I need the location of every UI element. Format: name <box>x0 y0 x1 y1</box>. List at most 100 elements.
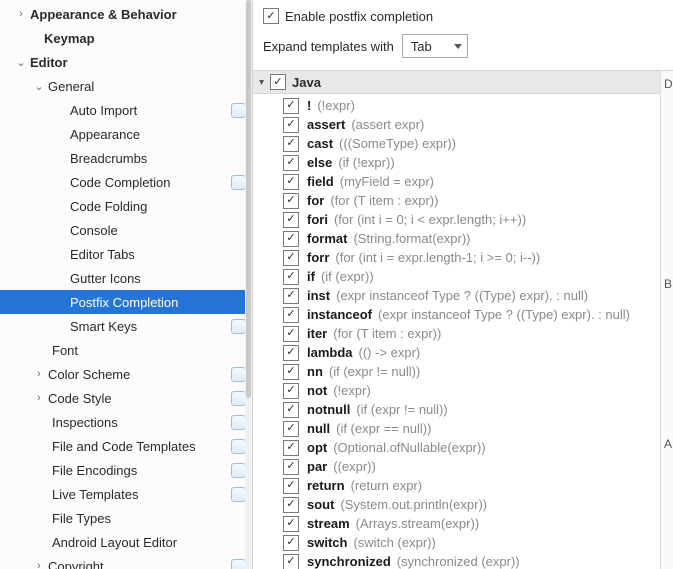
template-row[interactable]: iter(for (T item : expr)) <box>253 324 660 343</box>
template-group-header[interactable]: ▸ Java <box>253 71 660 94</box>
template-row[interactable]: return(return expr) <box>253 476 660 495</box>
template-row[interactable]: forr(for (int i = expr.length-1; i >= 0;… <box>253 248 660 267</box>
template-key: for <box>307 193 324 208</box>
tree-item-editor[interactable]: ⌄Editor <box>0 50 252 74</box>
template-row[interactable]: assert(assert expr) <box>253 115 660 134</box>
tree-item-breadcrumbs[interactable]: Breadcrumbs <box>0 146 252 170</box>
template-checkbox[interactable] <box>283 307 299 323</box>
tree-item-postfix-completion[interactable]: Postfix Completion <box>0 290 252 314</box>
template-checkbox[interactable] <box>283 459 299 475</box>
expand-templates-label: Expand templates with <box>263 39 394 54</box>
template-checkbox[interactable] <box>283 440 299 456</box>
tree-item-label: Editor Tabs <box>70 247 135 262</box>
template-checkbox[interactable] <box>283 269 299 285</box>
tree-item-console[interactable]: Console <box>0 218 252 242</box>
tree-item-android-layout-editor[interactable]: Android Layout Editor <box>0 530 252 554</box>
template-checkbox[interactable] <box>283 516 299 532</box>
tree-item-code-style[interactable]: ›Code Style <box>0 386 252 410</box>
template-key: notnull <box>307 402 350 417</box>
template-list[interactable]: ▸ Java !(!expr)assert(assert expr)cast((… <box>253 71 660 569</box>
template-checkbox[interactable] <box>283 98 299 114</box>
template-row[interactable]: cast(((SomeType) expr)) <box>253 134 660 153</box>
gutter-b: B <box>664 277 672 291</box>
template-row[interactable]: notnull(if (expr != null)) <box>253 400 660 419</box>
template-checkbox[interactable] <box>283 364 299 380</box>
template-row[interactable]: fori(for (int i = 0; i < expr.length; i+… <box>253 210 660 229</box>
sidebar-scrollbar-thumb[interactable] <box>246 0 251 398</box>
tree-item-appearance-behavior[interactable]: ›Appearance & Behavior <box>0 2 252 26</box>
template-checkbox[interactable] <box>283 345 299 361</box>
tree-item-auto-import[interactable]: Auto Import <box>0 98 252 122</box>
template-description: (if (expr)) <box>321 269 374 284</box>
tree-item-inspections[interactable]: Inspections <box>0 410 252 434</box>
template-row[interactable]: lambda(() -> expr) <box>253 343 660 362</box>
template-row[interactable]: instanceof(expr instanceof Type ? ((Type… <box>253 305 660 324</box>
tree-item-copyright[interactable]: ›Copyright <box>0 554 252 569</box>
template-row[interactable]: sout(System.out.println(expr)) <box>253 495 660 514</box>
template-checkbox[interactable] <box>283 421 299 437</box>
template-checkbox[interactable] <box>283 554 299 569</box>
tree-item-code-completion[interactable]: Code Completion <box>0 170 252 194</box>
enable-postfix-checkbox[interactable] <box>263 8 279 24</box>
tree-item-editor-tabs[interactable]: Editor Tabs <box>0 242 252 266</box>
expand-templates-select[interactable]: Tab <box>402 34 468 58</box>
template-description: (if (expr != null)) <box>329 364 420 379</box>
template-checkbox[interactable] <box>283 383 299 399</box>
template-checkbox[interactable] <box>283 155 299 171</box>
tree-item-general[interactable]: ⌄General <box>0 74 252 98</box>
template-row[interactable]: opt(Optional.ofNullable(expr)) <box>253 438 660 457</box>
template-description: (for (T item : expr)) <box>333 326 441 341</box>
tree-item-font[interactable]: Font <box>0 338 252 362</box>
template-checkbox[interactable] <box>283 497 299 513</box>
template-checkbox[interactable] <box>283 288 299 304</box>
template-row[interactable]: switch(switch (expr)) <box>253 533 660 552</box>
sidebar-scrollbar[interactable] <box>245 0 252 569</box>
template-checkbox[interactable] <box>283 250 299 266</box>
project-scope-icon <box>231 175 246 190</box>
tree-item-code-folding[interactable]: Code Folding <box>0 194 252 218</box>
tree-item-smart-keys[interactable]: Smart Keys <box>0 314 252 338</box>
template-key: not <box>307 383 327 398</box>
tree-item-color-scheme[interactable]: ›Color Scheme <box>0 362 252 386</box>
tree-item-label: General <box>48 79 94 94</box>
template-key: null <box>307 421 330 436</box>
template-key: forr <box>307 250 329 265</box>
template-checkbox[interactable] <box>283 402 299 418</box>
template-row[interactable]: field(myField = expr) <box>253 172 660 191</box>
template-row[interactable]: nn(if (expr != null)) <box>253 362 660 381</box>
template-checkbox[interactable] <box>283 535 299 551</box>
template-key: synchronized <box>307 554 391 569</box>
template-checkbox[interactable] <box>283 212 299 228</box>
tree-item-live-templates[interactable]: Live Templates <box>0 482 252 506</box>
template-row[interactable]: else(if (!expr)) <box>253 153 660 172</box>
project-scope-icon <box>231 367 246 382</box>
template-row[interactable]: par((expr)) <box>253 457 660 476</box>
template-row[interactable]: format(String.format(expr)) <box>253 229 660 248</box>
tree-item-gutter-icons[interactable]: Gutter Icons <box>0 266 252 290</box>
template-checkbox[interactable] <box>283 478 299 494</box>
template-row[interactable]: not(!expr) <box>253 381 660 400</box>
template-description: (myField = expr) <box>340 174 434 189</box>
template-row[interactable]: for(for (T item : expr)) <box>253 191 660 210</box>
template-key: par <box>307 459 327 474</box>
tree-item-file-types[interactable]: File Types <box>0 506 252 530</box>
template-checkbox[interactable] <box>283 117 299 133</box>
tree-item-keymap[interactable]: Keymap <box>0 26 252 50</box>
template-checkbox[interactable] <box>283 231 299 247</box>
tree-item-label: Font <box>52 343 78 358</box>
tree-item-file-and-code-templates[interactable]: File and Code Templates <box>0 434 252 458</box>
template-row[interactable]: inst(expr instanceof Type ? ((Type) expr… <box>253 286 660 305</box>
template-row[interactable]: if(if (expr)) <box>253 267 660 286</box>
template-checkbox[interactable] <box>283 136 299 152</box>
template-row[interactable]: !(!expr) <box>253 96 660 115</box>
template-checkbox[interactable] <box>283 174 299 190</box>
tree-item-appearance[interactable]: Appearance <box>0 122 252 146</box>
template-key: format <box>307 231 347 246</box>
template-row[interactable]: synchronized(synchronized (expr)) <box>253 552 660 569</box>
template-row[interactable]: null(if (expr == null)) <box>253 419 660 438</box>
group-java-checkbox[interactable] <box>270 74 286 90</box>
template-row[interactable]: stream(Arrays.stream(expr)) <box>253 514 660 533</box>
template-checkbox[interactable] <box>283 326 299 342</box>
tree-item-file-encodings[interactable]: File Encodings <box>0 458 252 482</box>
template-checkbox[interactable] <box>283 193 299 209</box>
